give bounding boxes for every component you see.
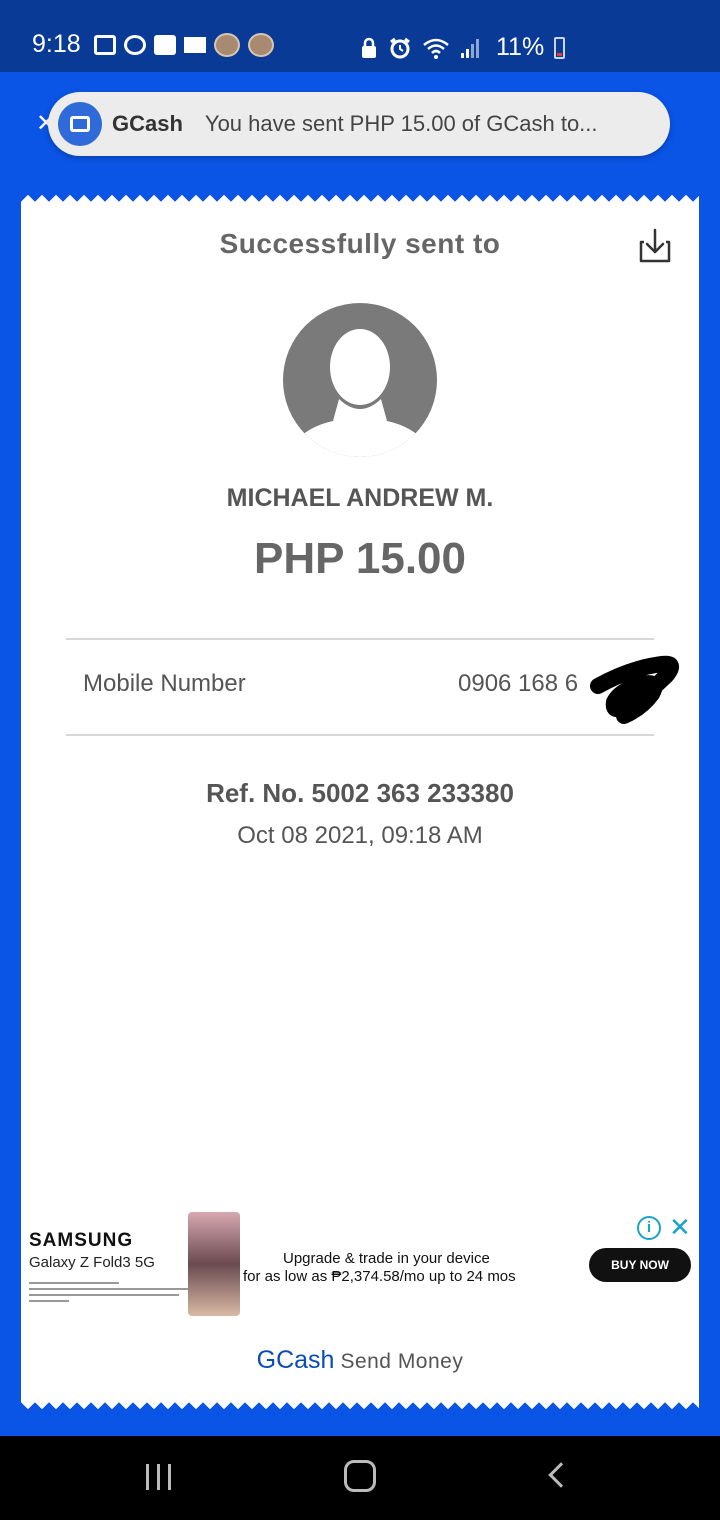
receipt-edge-bottom	[21, 1398, 699, 1412]
notification-icons	[94, 33, 274, 57]
navigation-bar	[0, 1436, 720, 1520]
download-icon[interactable]	[638, 228, 672, 264]
ad-brand: SAMSUNG	[29, 1230, 134, 1251]
ad-product-image	[188, 1212, 240, 1316]
back-icon[interactable]	[548, 1462, 574, 1488]
mail-icon	[184, 37, 206, 53]
home-icon[interactable]	[344, 1460, 376, 1492]
system-icons: 11%	[360, 33, 566, 62]
footer-label: Send Money	[340, 1350, 464, 1373]
buy-now-button[interactable]: BUY NOW	[589, 1248, 691, 1282]
lock-icon	[362, 37, 376, 58]
messenger-icon	[124, 35, 146, 55]
divider	[66, 638, 654, 640]
status-time: 9:18	[32, 30, 81, 58]
amount: PHP 15.00	[253, 534, 466, 583]
battery-percent: 11%	[496, 33, 545, 61]
avatar-icon	[248, 33, 274, 57]
alarm-icon	[390, 37, 410, 58]
recipient-name: MICHAEL ANDREW M.	[226, 484, 494, 512]
footer-brand: GCash	[256, 1346, 335, 1374]
ad-close-icon[interactable]: ✕	[669, 1212, 691, 1243]
recent-apps-icon[interactable]	[146, 1464, 174, 1490]
page-title: Successfully sent to	[219, 228, 501, 259]
reference-number: Ref. No. 5002 363 233380	[206, 778, 514, 808]
message-icon	[58, 102, 102, 146]
message-icon	[94, 35, 116, 55]
redaction-scribble	[590, 655, 680, 724]
ad-model: Galaxy Z Fold3 5G	[29, 1254, 155, 1271]
facebook-icon	[154, 35, 176, 55]
ad-offer: for as low as ₱2,374.58/mo up to 24 mos	[243, 1268, 516, 1285]
ad-headline: Upgrade & trade in your device	[283, 1250, 490, 1267]
person-icon	[287, 329, 433, 457]
notification-message: You have sent PHP 15.00 of GCash to...	[204, 111, 598, 136]
transaction-date: Oct 08 2021, 09:18 AM	[237, 822, 483, 849]
battery-icon	[554, 36, 566, 59]
ad-fine-print	[29, 1282, 209, 1306]
ad-info-icon[interactable]: i	[637, 1216, 661, 1240]
signal-icon	[461, 38, 479, 58]
receipt-edge-top	[21, 192, 699, 206]
avatar	[283, 303, 437, 457]
receipt-footer: GCash Send Money	[0, 1346, 720, 1375]
ad-banner[interactable]: SAMSUNG Galaxy Z Fold3 5G Upgrade & trad…	[21, 1210, 699, 1320]
wifi-icon	[423, 38, 449, 59]
notification-app-name: GCash	[112, 111, 183, 136]
mobile-number-value: 0906 168 6	[458, 670, 579, 697]
divider	[66, 734, 654, 736]
avatar-icon	[214, 33, 240, 57]
heads-up-notification[interactable]: GCash You have sent PHP 15.00 of GCash t…	[48, 92, 670, 156]
status-bar: 9:18 11%	[0, 0, 720, 72]
mobile-number-label: Mobile Number	[83, 670, 246, 697]
